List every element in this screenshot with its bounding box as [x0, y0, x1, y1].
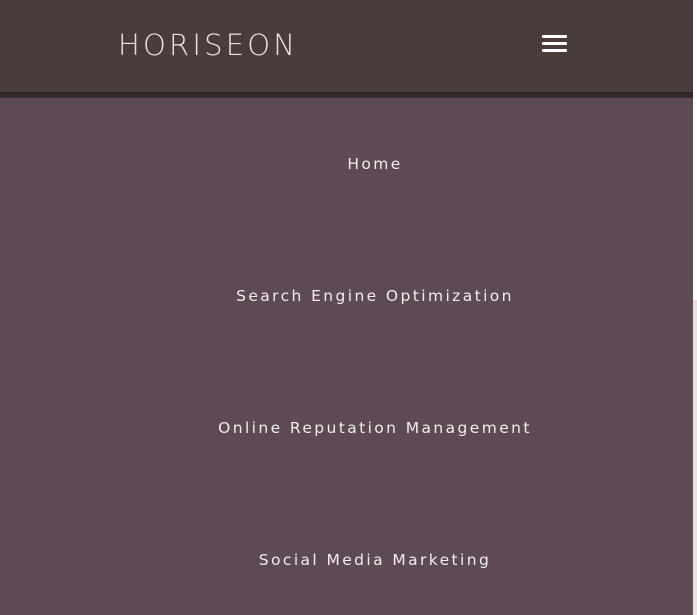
nav-item-online-reputation-management[interactable]: Online Reputation Management: [0, 417, 697, 439]
nav-item-search-engine-optimization[interactable]: Search Engine Optimization: [0, 285, 697, 307]
menu-bar-top: [542, 35, 567, 38]
main-navigation-menu: Home Search Engine Optimization Online R…: [0, 98, 697, 615]
menu-bar-middle: [542, 42, 567, 45]
page: HORISEON Home Search Engine Optimization…: [0, 0, 697, 615]
site-header: HORISEON: [0, 0, 697, 92]
nav-item-social-media-marketing[interactable]: Social Media Marketing: [0, 549, 697, 571]
site-logo[interactable]: HORISEON: [118, 28, 298, 62]
scrollbar-thumb[interactable]: [693, 0, 697, 300]
menu-bar-bottom: [542, 49, 567, 52]
hamburger-menu-icon[interactable]: [540, 30, 570, 58]
vertical-scrollbar[interactable]: [693, 0, 697, 615]
nav-item-home[interactable]: Home: [0, 153, 697, 175]
